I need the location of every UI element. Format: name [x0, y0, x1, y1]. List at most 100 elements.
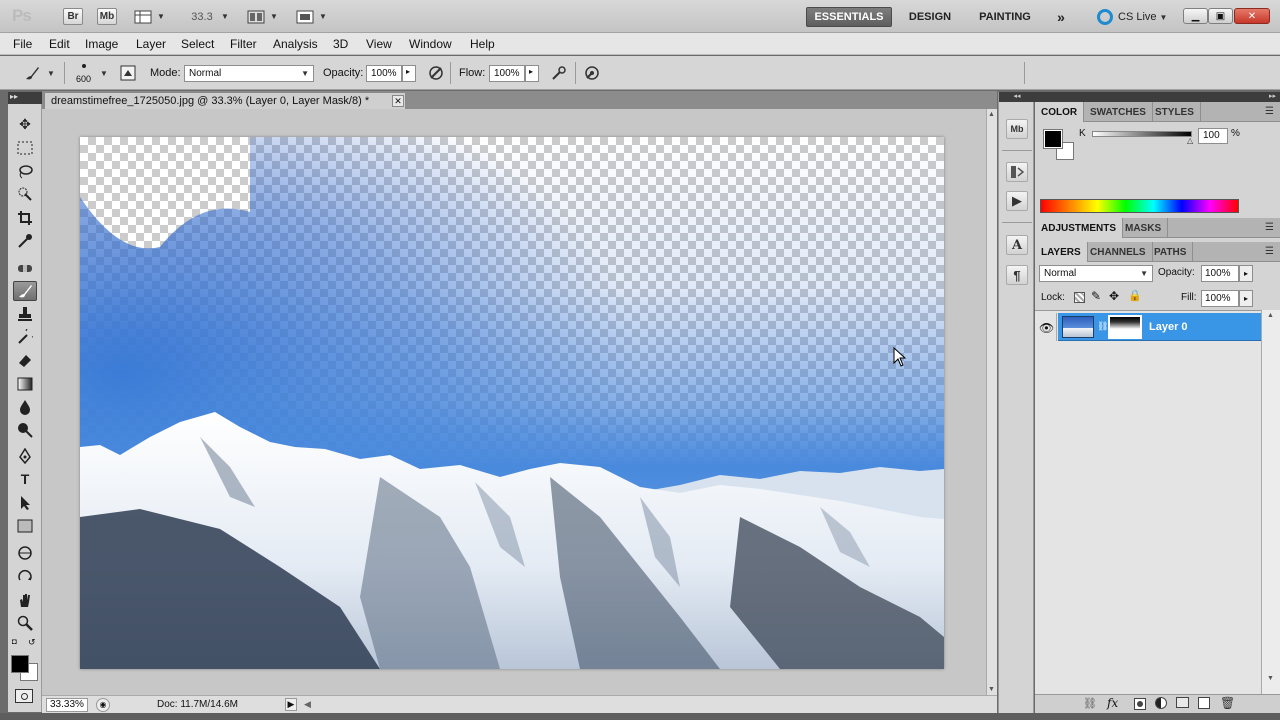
layer-style-icon[interactable]: fx — [1107, 696, 1118, 710]
spot-healing-tool-icon[interactable] — [13, 258, 37, 278]
scroll-left-icon[interactable]: ◀ — [304, 699, 311, 710]
lock-all-icon[interactable]: 🔒 — [1128, 289, 1142, 302]
maximize-button[interactable]: ▣ — [1208, 8, 1233, 24]
panel-menu-icon[interactable]: ☰ — [1265, 222, 1274, 233]
brush-tool-preset-icon[interactable] — [22, 63, 42, 83]
layer-mask-thumbnail[interactable] — [1108, 315, 1142, 339]
flow-input[interactable]: 100% — [489, 65, 525, 82]
airbrush-icon[interactable] — [549, 63, 569, 83]
color-spectrum-ramp[interactable] — [1040, 199, 1239, 213]
k-slider-thumb[interactable]: △ — [1187, 136, 1193, 145]
rectangle-tool-icon[interactable] — [13, 516, 37, 536]
move-tool-icon[interactable]: ✥ — [13, 114, 37, 134]
lock-position-icon[interactable]: ✥ — [1109, 289, 1119, 303]
eraser-tool-icon[interactable] — [13, 350, 37, 370]
workspace-painting-button[interactable]: PAINTING — [968, 7, 1042, 27]
brush-size-picker[interactable]: 600 — [72, 63, 96, 87]
screen-mode-icon[interactable] — [294, 6, 316, 27]
menu-help[interactable]: Help — [470, 37, 495, 51]
flow-slider-button[interactable]: ▸ — [525, 65, 539, 82]
eyedropper-tool-icon[interactable] — [13, 231, 37, 251]
add-mask-icon[interactable] — [1134, 698, 1146, 710]
link-layers-icon[interactable]: ⛓ — [1083, 697, 1097, 710]
3d-rotate-tool-icon[interactable] — [13, 543, 37, 563]
type-tool-icon[interactable]: T — [13, 469, 37, 489]
color-foreground-swatch[interactable] — [1043, 129, 1063, 149]
tab-styles[interactable]: STYLES — [1149, 102, 1201, 122]
more-workspaces-icon[interactable]: » — [1050, 7, 1072, 27]
k-value-input[interactable]: 100 — [1198, 128, 1228, 144]
lasso-tool-icon[interactable] — [13, 161, 37, 181]
menu-select[interactable]: Select — [181, 37, 214, 51]
menu-3d[interactable]: 3D — [333, 37, 348, 51]
clone-stamp-tool-icon[interactable] — [13, 304, 37, 324]
default-colors-icon[interactable]: ◘ — [12, 637, 17, 646]
zoom-tool-icon[interactable] — [13, 613, 37, 633]
path-selection-tool-icon[interactable] — [13, 493, 37, 513]
gradient-tool-icon[interactable] — [13, 374, 37, 394]
opacity-slider-button[interactable]: ▸ — [402, 65, 416, 82]
history-brush-tool-icon[interactable] — [13, 327, 37, 347]
tab-paths[interactable]: PATHS — [1148, 242, 1194, 262]
history-panel-icon[interactable] — [1006, 162, 1028, 182]
brush-panel-toggle-icon[interactable] — [118, 63, 138, 83]
layer-opacity-slider-button[interactable]: ▸ — [1239, 265, 1253, 282]
status-zoom-input[interactable]: 33.33% — [46, 698, 88, 712]
close-window-button[interactable]: ✕ — [1234, 8, 1270, 24]
scroll-up-icon[interactable]: ▲ — [988, 111, 995, 118]
mini-bridge-button[interactable]: Mb — [97, 8, 117, 25]
menu-edit[interactable]: Edit — [49, 37, 70, 51]
chevron-down-icon[interactable]: ▼ — [319, 6, 327, 27]
tab-adjustments[interactable]: ADJUSTMENTS — [1035, 218, 1124, 238]
tablet-pressure-opacity-icon[interactable] — [426, 63, 446, 83]
swap-colors-icon[interactable]: ↺ — [28, 637, 36, 648]
mini-bridge-panel-icon[interactable]: Mb — [1006, 119, 1028, 139]
pen-tool-icon[interactable] — [13, 446, 37, 466]
arrange-documents-icon[interactable] — [245, 6, 267, 27]
marquee-tool-icon[interactable] — [13, 138, 37, 158]
layer-link-icon[interactable]: ⛓ — [1097, 321, 1108, 332]
menu-analysis[interactable]: Analysis — [273, 37, 318, 51]
blend-mode-select[interactable]: Normal ▼ — [184, 65, 314, 82]
status-options-icon[interactable]: ◉ — [96, 698, 110, 712]
brush-tool-icon[interactable] — [13, 281, 37, 301]
adjustment-layer-icon[interactable] — [1155, 697, 1167, 709]
foreground-color-swatch[interactable] — [11, 655, 29, 673]
lock-transparent-icon[interactable] — [1074, 292, 1085, 303]
dodge-tool-icon[interactable] — [13, 420, 37, 440]
quick-mask-icon[interactable] — [15, 689, 33, 703]
tab-channels[interactable]: CHANNELS — [1084, 242, 1153, 262]
close-document-icon[interactable]: ✕ — [392, 95, 404, 107]
quick-selection-tool-icon[interactable] — [13, 184, 37, 204]
menu-file[interactable]: File — [13, 37, 32, 51]
layer-visibility-cell[interactable]: 👁 — [1035, 313, 1057, 341]
layer-row[interactable]: ⛓ Layer 0 — [1058, 313, 1261, 341]
fill-input[interactable]: 100% — [1201, 290, 1239, 307]
document-image[interactable] — [80, 137, 944, 669]
layer-thumbnail[interactable] — [1062, 316, 1094, 338]
menu-filter[interactable]: Filter — [230, 37, 257, 51]
blur-tool-icon[interactable] — [13, 397, 37, 417]
opacity-input[interactable]: 100% — [366, 65, 402, 82]
zoom-level[interactable]: 33.3 — [186, 6, 218, 27]
panel-menu-icon[interactable]: ☰ — [1265, 106, 1274, 117]
paragraph-panel-icon[interactable]: ¶ — [1006, 265, 1028, 285]
workspace-design-button[interactable]: DESIGN — [900, 7, 960, 27]
minimize-button[interactable]: ▁ — [1183, 8, 1208, 24]
character-panel-icon[interactable]: A — [1006, 235, 1028, 255]
chevron-down-icon[interactable]: ▼ — [47, 69, 55, 78]
workspace-essentials-button[interactable]: ESSENTIALS — [806, 7, 892, 27]
tablet-pressure-size-icon[interactable] — [582, 63, 602, 83]
document-tab[interactable]: dreamstimefree_1725050.jpg @ 33.3% (Laye… — [44, 92, 406, 109]
new-group-icon[interactable] — [1176, 697, 1189, 708]
chevron-down-icon[interactable]: ▼ — [157, 6, 165, 27]
menu-view[interactable]: View — [366, 37, 392, 51]
layer-opacity-input[interactable]: 100% — [1201, 265, 1239, 282]
layers-scrollbar[interactable]: ▲ ▼ — [1261, 310, 1280, 700]
scroll-up-icon[interactable]: ▲ — [1267, 312, 1274, 319]
canvas-vertical-scrollbar[interactable]: ▲ ▼ — [986, 109, 997, 695]
tab-color[interactable]: COLOR — [1035, 102, 1085, 122]
status-menu-arrow-icon[interactable]: ▶ — [285, 698, 297, 711]
chevron-down-icon[interactable]: ▼ — [100, 69, 108, 78]
3d-orbit-tool-icon[interactable] — [13, 566, 37, 586]
